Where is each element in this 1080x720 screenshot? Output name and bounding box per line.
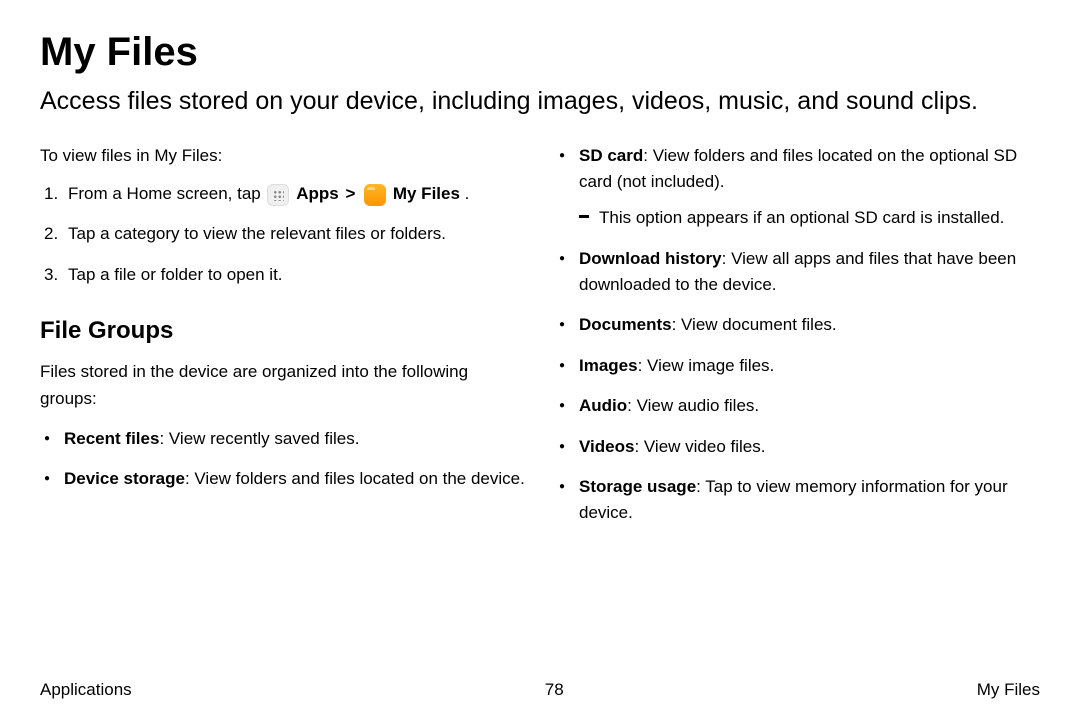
page-footer: Applications 78 My Files <box>40 680 1040 700</box>
intro-text: Access files stored on your device, incl… <box>40 85 1040 119</box>
apps-grid-icon <box>267 184 289 206</box>
item-text: : View video files. <box>634 437 765 456</box>
sub-list-item: This option appears if an optional SD ca… <box>579 205 1040 231</box>
list-item: Recent files: View recently saved files. <box>40 426 525 452</box>
item-label: Device storage <box>64 469 185 488</box>
item-text: : View audio files. <box>627 396 759 415</box>
item-text: : View folders and files located on the … <box>579 146 1017 191</box>
list-item: Videos: View video files. <box>555 434 1040 460</box>
item-label: Recent files <box>64 429 159 448</box>
chevron-icon: > <box>345 184 355 203</box>
steps-list: From a Home screen, tap Apps > My Files … <box>40 181 525 288</box>
item-label: SD card <box>579 146 643 165</box>
item-text: : View recently saved files. <box>159 429 359 448</box>
item-text: : View document files. <box>672 315 837 334</box>
right-column: SD card: View folders and files located … <box>555 143 1040 541</box>
item-text: : View image files. <box>638 356 775 375</box>
content-columns: To view files in My Files: From a Home s… <box>40 143 1040 541</box>
list-item: Documents: View document files. <box>555 312 1040 338</box>
left-column: To view files in My Files: From a Home s… <box>40 143 525 541</box>
item-label: Download history <box>579 249 722 268</box>
step-1-period: . <box>465 184 470 203</box>
step-2: Tap a category to view the relevant file… <box>40 221 525 247</box>
list-item: Device storage: View folders and files l… <box>40 466 525 492</box>
footer-left: Applications <box>40 680 132 700</box>
page-title: My Files <box>40 30 1040 75</box>
item-label: Videos <box>579 437 634 456</box>
list-item: SD card: View folders and files located … <box>555 143 1040 232</box>
footer-right: My Files <box>977 680 1040 700</box>
lead-in-text: To view files in My Files: <box>40 143 525 169</box>
group-intro-text: Files stored in the device are organized… <box>40 359 525 412</box>
list-item: Images: View image files. <box>555 353 1040 379</box>
item-label: Storage usage <box>579 477 696 496</box>
sub-list: This option appears if an optional SD ca… <box>579 205 1040 231</box>
folder-icon <box>364 184 386 206</box>
step-1: From a Home screen, tap Apps > My Files … <box>40 181 525 207</box>
item-label: Images <box>579 356 638 375</box>
myfiles-label: My Files <box>393 184 460 203</box>
footer-page-number: 78 <box>545 680 564 700</box>
right-bullet-list: SD card: View folders and files located … <box>555 143 1040 527</box>
list-item: Download history: View all apps and file… <box>555 246 1040 299</box>
file-groups-heading: File Groups <box>40 312 525 349</box>
left-bullet-list: Recent files: View recently saved files.… <box>40 426 525 493</box>
list-item: Storage usage: Tap to view memory inform… <box>555 474 1040 527</box>
step-1-pre: From a Home screen, tap <box>68 184 265 203</box>
item-text: : View folders and files located on the … <box>185 469 525 488</box>
apps-label: Apps <box>296 184 339 203</box>
item-label: Documents <box>579 315 672 334</box>
list-item: Audio: View audio files. <box>555 393 1040 419</box>
step-3: Tap a file or folder to open it. <box>40 262 525 288</box>
item-label: Audio <box>579 396 627 415</box>
